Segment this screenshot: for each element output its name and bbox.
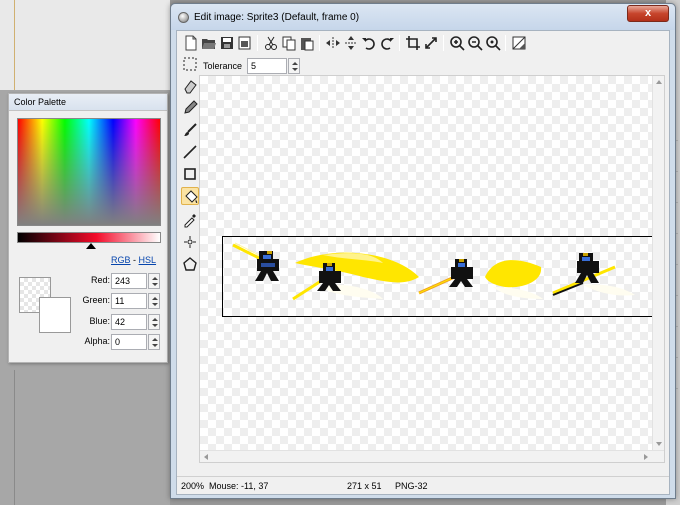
sprite-strip xyxy=(232,242,635,301)
rotate-left-icon[interactable] xyxy=(361,35,377,51)
rgb-mode-link[interactable]: RGB xyxy=(111,255,131,265)
crop-icon[interactable] xyxy=(405,35,421,51)
alpha-spinner[interactable] xyxy=(148,334,160,350)
status-mouse: Mouse: -11, 37 xyxy=(209,481,269,491)
brush-icon[interactable] xyxy=(181,121,199,139)
status-zoom: 200% xyxy=(181,481,205,491)
horizontal-scrollbar[interactable] xyxy=(200,450,664,462)
image-canvas[interactable] xyxy=(199,75,665,463)
zoom-out-icon[interactable] xyxy=(467,35,483,51)
tolerance-label: Tolerance xyxy=(203,61,243,71)
save-icon[interactable] xyxy=(219,35,235,51)
color-palette-panel: Color Palette RGB - HSL Red: 243 Green: … xyxy=(8,93,168,363)
hsl-mode-link[interactable]: HSL xyxy=(139,255,157,265)
fill-bucket-icon[interactable] xyxy=(181,187,199,205)
tool-options-bar: Tolerance 5 xyxy=(177,55,669,75)
grid-icon[interactable] xyxy=(511,35,527,51)
sprite-frame-1 xyxy=(232,242,279,281)
red-spinner[interactable] xyxy=(148,273,160,289)
window-titlebar[interactable]: Edit image: Sprite3 (Default, frame 0) x xyxy=(171,4,675,30)
zoom-reset-icon[interactable] xyxy=(485,35,501,51)
color-mode-links: RGB - HSL xyxy=(111,255,156,265)
pencil-icon[interactable] xyxy=(181,99,199,117)
palette-title: Color Palette xyxy=(9,94,167,111)
new-icon[interactable] xyxy=(183,35,199,51)
red-row: Red: 243 xyxy=(69,273,164,289)
green-input[interactable]: 11 xyxy=(111,293,147,309)
zoom-in-icon[interactable] xyxy=(449,35,465,51)
status-bar: 200% Mouse: -11, 37 271 x 51 PNG-32 xyxy=(177,476,669,494)
sprite-bounds xyxy=(222,236,654,317)
primary-color-swatch[interactable] xyxy=(39,297,71,333)
window-title: Edit image: Sprite3 (Default, frame 0) xyxy=(194,12,360,23)
resize-icon[interactable] xyxy=(423,35,439,51)
eyedropper-icon[interactable] xyxy=(181,211,199,229)
flip-vertical-icon[interactable] xyxy=(343,35,359,51)
green-spinner[interactable] xyxy=(148,293,160,309)
blue-input[interactable]: 42 xyxy=(111,314,147,330)
blue-label: Blue: xyxy=(89,316,110,326)
tolerance-input[interactable]: 5 xyxy=(247,58,287,74)
rotate-right-icon[interactable] xyxy=(379,35,395,51)
sprite-frame-4 xyxy=(552,253,635,296)
luminance-slider[interactable] xyxy=(17,232,161,243)
copy-icon[interactable] xyxy=(281,35,297,51)
tool-palette xyxy=(177,57,201,445)
line-icon[interactable] xyxy=(181,143,199,161)
tolerance-spinner[interactable] xyxy=(288,58,300,74)
alpha-row: Alpha: 0 xyxy=(69,334,164,350)
edit-image-window: Edit image: Sprite3 (Default, frame 0) x xyxy=(170,3,676,499)
flip-horizontal-icon[interactable] xyxy=(325,35,341,51)
sprite-frame-2 xyxy=(292,252,419,301)
background-left-top xyxy=(0,0,170,90)
status-format: PNG-32 xyxy=(395,481,428,491)
green-row: Green: 11 xyxy=(69,293,164,309)
red-label: Red: xyxy=(90,275,110,285)
alpha-label: Alpha: xyxy=(84,336,110,346)
color-spectrum[interactable] xyxy=(17,118,161,226)
blue-spinner[interactable] xyxy=(148,314,160,330)
mode-separator: - xyxy=(133,255,137,265)
select-rect-icon[interactable] xyxy=(181,55,199,73)
app-icon xyxy=(178,12,189,23)
status-size: 271 x 51 xyxy=(347,481,382,491)
close-button[interactable]: x xyxy=(627,5,669,22)
sprite-frame-3 xyxy=(418,259,543,299)
green-label: Green: xyxy=(82,295,110,305)
alpha-input[interactable]: 0 xyxy=(111,334,147,350)
open-icon[interactable] xyxy=(201,35,217,51)
blue-row: Blue: 42 xyxy=(69,314,164,330)
save-as-icon[interactable] xyxy=(237,35,253,51)
spray-icon[interactable] xyxy=(181,233,199,251)
paste-icon[interactable] xyxy=(299,35,315,51)
background-divider xyxy=(14,370,15,505)
red-input[interactable]: 243 xyxy=(111,273,147,289)
eraser-icon[interactable] xyxy=(181,77,199,95)
main-toolbar xyxy=(177,31,669,55)
vertical-scrollbar[interactable] xyxy=(652,76,664,462)
cut-icon[interactable] xyxy=(263,35,279,51)
window-client: Tolerance 5 200% Mouse: -11, 37 271 x 51… xyxy=(176,30,670,495)
shape-icon[interactable] xyxy=(181,255,199,273)
luminance-marker[interactable] xyxy=(86,243,96,249)
rectangle-icon[interactable] xyxy=(181,165,199,183)
